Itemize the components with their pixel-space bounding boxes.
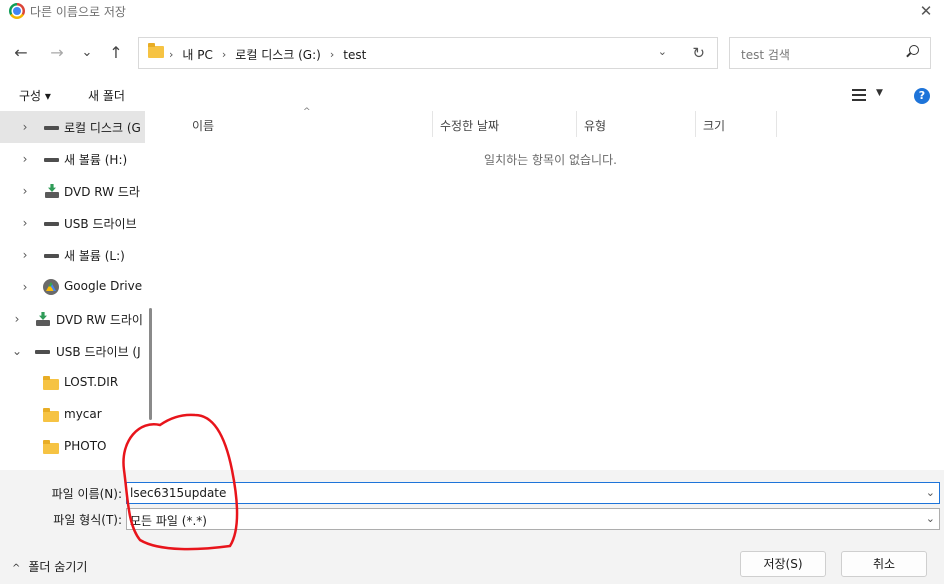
- cancel-button[interactable]: 취소: [841, 551, 927, 577]
- folder-icon: [43, 408, 59, 422]
- drive-icon: [44, 120, 60, 134]
- sidebar-item-dvd-rw-2[interactable]: › DVD RW 드라이: [0, 303, 145, 335]
- sidebar-item-label: USB 드라이브: [64, 217, 137, 231]
- chevron-down-icon[interactable]: ⌄: [12, 344, 22, 358]
- google-drive-icon: [43, 279, 59, 295]
- sidebar-item-label: DVD RW 드라: [64, 185, 140, 199]
- sidebar-item-label: PHOTO: [64, 439, 107, 453]
- save-form-panel: 파일 이름(N): lsec6315update ⌄ 파일 형식(T): 모든 …: [0, 470, 944, 584]
- new-folder-button[interactable]: 새 폴더: [88, 87, 125, 104]
- chevron-down-icon[interactable]: ⌄: [926, 512, 935, 525]
- sidebar-item-volume-l[interactable]: › 새 볼륨 (L:): [0, 239, 145, 271]
- close-icon[interactable]: ✕: [916, 1, 936, 21]
- filetype-value: 모든 파일 (*.*): [130, 514, 207, 528]
- command-bar: 구성 ▾ 새 폴더 ▼: [0, 82, 944, 110]
- search-input[interactable]: test 검색: [729, 37, 931, 69]
- filename-label: 파일 이름(N):: [51, 487, 122, 501]
- window-title: 다른 이름으로 저장: [30, 5, 126, 19]
- recent-locations-button[interactable]: ⌄: [74, 40, 100, 66]
- chevron-down-icon[interactable]: ⌄: [926, 486, 935, 499]
- column-header-size[interactable]: 크기: [696, 111, 777, 137]
- filename-field[interactable]: lsec6315update ⌄: [126, 482, 940, 504]
- chevron-right-icon[interactable]: ›: [20, 280, 30, 294]
- sidebar-item-label: USB 드라이브 (J: [56, 345, 141, 359]
- dvd-drive-icon: [35, 312, 51, 326]
- filename-value: lsec6315update: [130, 486, 227, 500]
- column-header-label: 수정한 날짜: [440, 119, 500, 133]
- column-header-label: 유형: [584, 119, 607, 133]
- breadcrumb-separator-icon: ›: [169, 48, 174, 61]
- sidebar-item-label: 새 볼륨 (L:): [64, 249, 125, 263]
- breadcrumb-separator-icon[interactable]: ›: [330, 48, 334, 61]
- sidebar-scrollbar[interactable]: [145, 111, 157, 470]
- view-options-icon[interactable]: [852, 89, 866, 101]
- title-bar: 다른 이름으로 저장 ✕: [0, 0, 944, 24]
- column-header-label: 크기: [703, 119, 726, 133]
- drive-icon: [44, 216, 60, 230]
- organize-button[interactable]: 구성 ▾: [19, 87, 51, 104]
- column-header-type[interactable]: 유형: [577, 111, 696, 137]
- sidebar-item-mycar[interactable]: mycar: [0, 399, 145, 431]
- save-button[interactable]: 저장(S): [740, 551, 826, 577]
- chevron-right-icon[interactable]: ›: [20, 216, 30, 230]
- help-icon[interactable]: ?: [914, 88, 930, 104]
- breadcrumb-item-test[interactable]: test: [343, 48, 366, 62]
- folder-icon: [43, 440, 59, 454]
- sidebar-item-label: 새 볼륨 (H:): [64, 153, 128, 167]
- breadcrumb-item-this-pc[interactable]: 내 PC: [182, 46, 212, 63]
- drive-icon: [44, 248, 60, 262]
- chrome-logo-icon: [9, 3, 25, 19]
- chevron-up-icon: ^: [12, 563, 21, 574]
- column-header-name[interactable]: 이름 ^: [185, 107, 433, 137]
- drive-icon: [44, 152, 60, 166]
- chevron-right-icon[interactable]: ›: [20, 184, 30, 198]
- up-button[interactable]: ↑: [103, 40, 129, 66]
- filetype-label: 파일 형식(T):: [53, 513, 122, 527]
- sort-ascending-icon: ^: [303, 107, 311, 117]
- address-dropdown-icon[interactable]: ⌄: [658, 45, 667, 58]
- sidebar-item-photo[interactable]: PHOTO: [0, 431, 145, 463]
- refresh-icon[interactable]: ↻: [692, 44, 705, 62]
- hide-folders-button[interactable]: ^ 폴더 숨기기: [12, 558, 87, 575]
- column-header-label: 이름: [192, 119, 215, 133]
- sidebar-item-lost-dir[interactable]: LOST.DIR: [0, 367, 145, 399]
- breadcrumb-item-local-disk-g[interactable]: 로컬 디스크 (G:): [235, 46, 321, 63]
- sidebar-item-local-disk-g[interactable]: › 로컬 디스크 (G: [0, 111, 145, 143]
- search-icon[interactable]: [905, 45, 919, 59]
- chevron-right-icon[interactable]: ›: [20, 248, 30, 262]
- file-list[interactable]: 이름 ^ 수정한 날짜 유형 크기 일치하는 항목이 없습니다.: [157, 107, 944, 470]
- breadcrumb: › 내 PC › 로컬 디스크 (G:) › test: [169, 46, 366, 63]
- back-button[interactable]: ←: [8, 40, 34, 66]
- sidebar-item-label: mycar: [64, 407, 102, 421]
- sidebar-item-label: DVD RW 드라이: [56, 313, 143, 327]
- dvd-drive-icon: [44, 184, 60, 198]
- breadcrumb-separator-icon[interactable]: ›: [222, 48, 226, 61]
- view-dropdown-icon[interactable]: ▼: [876, 88, 883, 98]
- folder-icon: [43, 376, 59, 390]
- navigation-pane: › 로컬 디스크 (G › 새 볼륨 (H:) › DVD RW 드라 › US…: [0, 111, 145, 470]
- sidebar-item-usb-drive-j[interactable]: ⌄ USB 드라이브 (J: [0, 335, 145, 367]
- sidebar-item-google-drive[interactable]: › Google Drive (: [0, 271, 145, 303]
- column-header-date-modified[interactable]: 수정한 날짜: [433, 111, 577, 137]
- sidebar-item-label: LOST.DIR: [64, 375, 119, 389]
- chevron-right-icon[interactable]: ›: [20, 152, 30, 166]
- sidebar-item-label: 로컬 디스크 (G: [64, 121, 141, 135]
- search-placeholder: test 검색: [741, 48, 790, 62]
- drive-icon: [35, 344, 51, 358]
- scrollbar-thumb[interactable]: [149, 308, 152, 420]
- sidebar-item-label: Google Drive (: [64, 279, 145, 293]
- address-bar[interactable]: › 내 PC › 로컬 디스크 (G:) › test ⌄ ↻: [138, 37, 718, 69]
- sidebar-item-volume-h[interactable]: › 새 볼륨 (H:): [0, 143, 145, 175]
- empty-folder-message: 일치하는 항목이 없습니다.: [484, 153, 617, 167]
- folder-icon: [148, 43, 164, 58]
- sidebar-item-usb-drive[interactable]: › USB 드라이브: [0, 207, 145, 239]
- chevron-right-icon[interactable]: ›: [20, 120, 30, 134]
- forward-button[interactable]: →: [44, 40, 70, 66]
- chevron-right-icon[interactable]: ›: [12, 312, 22, 326]
- sidebar-item-dvd-rw[interactable]: › DVD RW 드라: [0, 175, 145, 207]
- hide-folders-label: 폴더 숨기기: [28, 560, 88, 574]
- filetype-select[interactable]: 모든 파일 (*.*) ⌄: [126, 508, 940, 530]
